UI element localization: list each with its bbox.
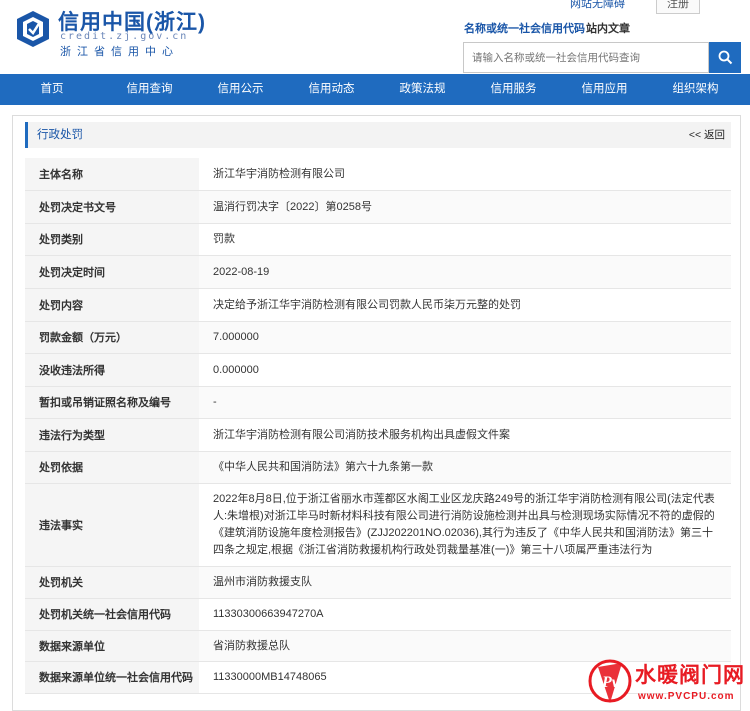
table-row: 处罚决定时间 2022-08-19	[25, 255, 731, 289]
search-tab-credit-code[interactable]: 名称或统一社会信用代码	[464, 20, 585, 36]
nav-item-organization[interactable]: 组织架构	[650, 74, 741, 105]
table-row: 罚款金额（万元） 7.000000	[25, 321, 731, 354]
row-label: 处罚决定书文号	[25, 190, 199, 224]
search-icon	[718, 50, 732, 65]
penalty-detail-table: 主体名称 浙江华宇消防检测有限公司 处罚决定书文号 温消行罚决字〔2022〕第0…	[25, 158, 731, 694]
row-value: 浙江华宇消防检测有限公司消防技术服务机构出具虚假文件案	[199, 418, 731, 452]
row-value: 2022年8月8日,位于浙江省丽水市莲都区水阁工业区龙庆路249号的浙江华宇消防…	[199, 483, 731, 567]
brand-url: credit.zj.gov.cn	[60, 31, 189, 42]
table-row: 处罚类别 罚款	[25, 223, 731, 256]
svg-text:Pv: Pv	[601, 674, 620, 691]
row-label: 罚款金额（万元）	[25, 321, 199, 354]
table-row: 主体名称 浙江华宇消防检测有限公司	[25, 158, 731, 191]
nav-item-credit-publicity[interactable]: 信用公示	[195, 74, 286, 105]
row-label: 没收违法所得	[25, 353, 199, 387]
nav-item-credit-query[interactable]: 信用查询	[104, 74, 195, 105]
nav-item-credit-services[interactable]: 信用服务	[468, 74, 559, 105]
penalty-detail-panel: 行政处罚 << 返回 主体名称 浙江华宇消防检测有限公司 处罚决定书文号 温消行…	[12, 115, 741, 711]
row-label: 处罚机关	[25, 566, 199, 599]
table-row: 处罚机关统一社会信用代码 11330300663947270A	[25, 598, 731, 631]
row-label: 违法事实	[25, 483, 199, 567]
row-value: 罚款	[199, 223, 731, 256]
table-row: 暂扣或吊销证照名称及编号 -	[25, 386, 731, 419]
watermark-text: 水暖阀门网	[635, 664, 745, 687]
register-button[interactable]: 注册	[656, 0, 700, 14]
table-row: 处罚机关 温州市消防救援支队	[25, 566, 731, 599]
table-row: 处罚决定书文号 温消行罚决字〔2022〕第0258号	[25, 190, 731, 224]
panel-header: 行政处罚 << 返回	[25, 122, 731, 148]
main-nav: 首页 信用查询 信用公示 信用动态 政策法规 信用服务 信用应用 组织架构	[0, 74, 750, 105]
nav-item-credit-news[interactable]: 信用动态	[286, 74, 377, 105]
watermark: Pv 水暖阀门网 www.PVCPU.com	[588, 651, 750, 711]
pv-logo-icon: Pv	[588, 659, 632, 703]
site-header: 信用中国(浙江) credit.zj.gov.cn 浙江省信用中心 网站无障碍 …	[0, 0, 750, 74]
row-label: 数据来源单位统一社会信用代码	[25, 661, 199, 694]
credit-shield-logo-icon	[17, 11, 49, 47]
back-link[interactable]: << 返回	[689, 122, 725, 148]
row-label: 处罚决定时间	[25, 255, 199, 289]
row-value: 温消行罚决字〔2022〕第0258号	[199, 190, 731, 224]
row-label: 处罚依据	[25, 451, 199, 484]
nav-item-credit-apps[interactable]: 信用应用	[559, 74, 650, 105]
table-row: 违法行为类型 浙江华宇消防检测有限公司消防技术服务机构出具虚假文件案	[25, 418, 731, 452]
table-row: 处罚内容 决定给予浙江华宇消防检测有限公司罚款人民币柒万元整的处罚	[25, 288, 731, 322]
row-label: 处罚机关统一社会信用代码	[25, 598, 199, 631]
table-row: 处罚依据 《中华人民共和国消防法》第六十九条第一款	[25, 451, 731, 484]
table-row: 没收违法所得 0.000000	[25, 353, 731, 387]
row-value: 11330300663947270A	[199, 598, 731, 631]
row-label: 违法行为类型	[25, 418, 199, 452]
panel-title: 行政处罚	[37, 129, 83, 141]
accessibility-link[interactable]: 网站无障碍	[570, 0, 625, 11]
row-value: 决定给予浙江华宇消防检测有限公司罚款人民币柒万元整的处罚	[199, 288, 731, 322]
search-tab-site-articles[interactable]: 站内文章	[586, 20, 630, 36]
search-input[interactable]	[464, 43, 708, 72]
row-value: 温州市消防救援支队	[199, 566, 731, 599]
row-label: 处罚内容	[25, 288, 199, 322]
row-value: 浙江华宇消防检测有限公司	[199, 158, 731, 191]
nav-item-policies[interactable]: 政策法规	[377, 74, 468, 105]
row-value: 《中华人民共和国消防法》第六十九条第一款	[199, 451, 731, 484]
search-button[interactable]	[709, 42, 741, 73]
row-value: 0.000000	[199, 353, 731, 387]
row-label: 处罚类别	[25, 223, 199, 256]
brand-subtitle: 浙江省信用中心	[60, 46, 179, 58]
row-value: 7.000000	[199, 321, 731, 354]
nav-item-home[interactable]: 首页	[0, 74, 104, 105]
row-label: 数据来源单位	[25, 630, 199, 662]
search-box	[463, 42, 709, 73]
watermark-url: www.PVCPU.com	[638, 691, 735, 702]
row-value: -	[199, 386, 731, 419]
table-row: 违法事实 2022年8月8日,位于浙江省丽水市莲都区水阁工业区龙庆路249号的浙…	[25, 483, 731, 567]
row-label: 主体名称	[25, 158, 199, 191]
row-label: 暂扣或吊销证照名称及编号	[25, 386, 199, 419]
row-value: 2022-08-19	[199, 255, 731, 289]
